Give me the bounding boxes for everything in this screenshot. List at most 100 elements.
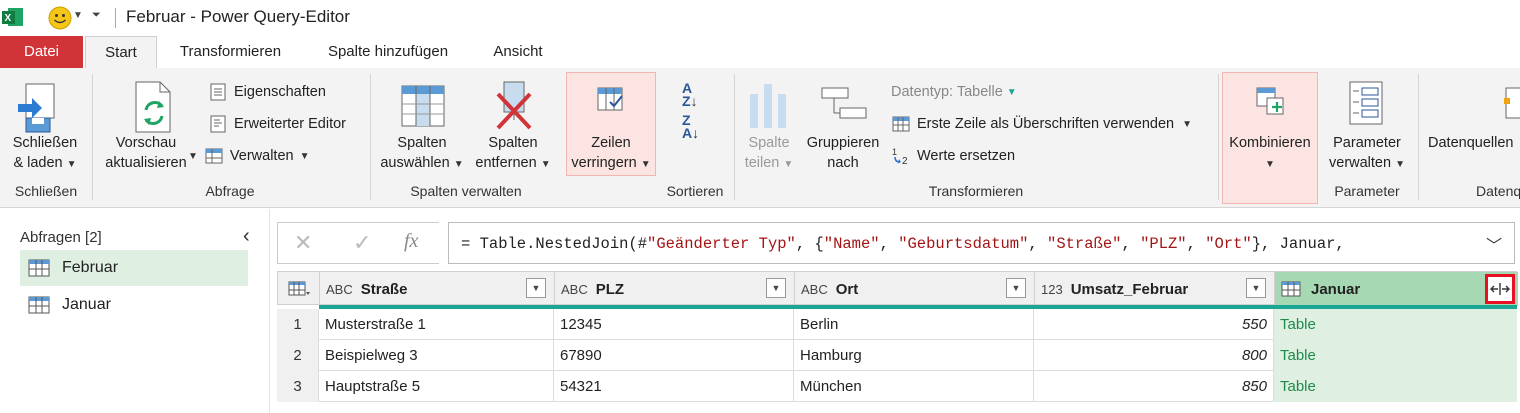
row-index: 3	[277, 371, 319, 402]
replace-values-icon: 12	[892, 147, 908, 166]
column-header-januar[interactable]: Januar	[1275, 272, 1518, 306]
first-row-headers-button[interactable]: Erste Zeile als Überschriften verwenden …	[891, 112, 1192, 136]
advanced-editor-button[interactable]: Erweiterter Editor	[208, 112, 346, 136]
cell-umsatz[interactable]: 800	[1034, 340, 1274, 371]
ribbon-tabs: Datei Start Transformieren Spalte hinzuf…	[0, 36, 1520, 68]
tab-datei[interactable]: Datei	[0, 36, 83, 68]
cell-januar-table[interactable]: Table	[1274, 309, 1517, 340]
manage-table-icon	[205, 148, 223, 164]
cell-umsatz[interactable]: 550	[1034, 309, 1274, 340]
remove-columns-label-1: Spalten	[488, 135, 538, 151]
text-type-icon: ABC	[801, 281, 828, 297]
filter-dropdown-icon[interactable]: ▼	[766, 278, 786, 298]
split-column-button[interactable]: Spalte teilen ▼	[738, 133, 800, 175]
formula-string: "PLZ"	[1140, 235, 1187, 253]
tab-transformieren[interactable]: Transformieren	[163, 36, 298, 68]
table-type-icon	[1281, 281, 1301, 297]
column-header-strasse[interactable]: ABC Straße ▼	[320, 272, 555, 306]
column-header-umsatz-februar[interactable]: 123 Umsatz_Februar ▼	[1035, 272, 1275, 306]
properties-label: Eigenschaften	[234, 84, 326, 100]
filter-dropdown-icon[interactable]: ▼	[1006, 278, 1026, 298]
data-source-settings-button[interactable]: Datenquellen	[1428, 133, 1520, 153]
chevron-down-icon: ▼	[1395, 159, 1405, 170]
split-column-label-2: teilen ▼	[738, 153, 800, 175]
row-index: 1	[277, 309, 319, 340]
formula-string: "Name"	[823, 235, 880, 253]
cell-plz[interactable]: 12345	[554, 309, 794, 340]
feedback-dropdown-icon[interactable]: ▼	[73, 10, 83, 21]
cell-strasse[interactable]: Hauptstraße 5	[319, 371, 554, 402]
properties-button[interactable]: Eigenschaften	[208, 80, 326, 104]
cancel-icon[interactable]: ✕	[294, 230, 312, 256]
parameters-label-1: Parameter	[1333, 135, 1401, 151]
filter-dropdown-icon[interactable]: ▼	[1246, 278, 1266, 298]
remove-columns-label-2-text: entfernen	[475, 155, 537, 171]
choose-columns-button[interactable]: Spalten auswählen ▼	[376, 133, 468, 175]
cell-ort[interactable]: München	[794, 371, 1034, 402]
column-name: Ort	[835, 280, 859, 298]
header-row: ABC Straße ▼ ABC PLZ ▼ ABC Ort ▼ 123 Ums…	[277, 271, 1518, 306]
properties-icon	[210, 83, 226, 101]
sort-ascending-button[interactable]: A Z↓	[682, 81, 708, 108]
reduce-rows-icon	[597, 87, 623, 111]
datatype-dropdown[interactable]: Datentyp: Tabelle ▼	[891, 80, 1017, 104]
remove-columns-icon	[496, 81, 532, 130]
reduce-rows-button[interactable]: Zeilen verringern ▼	[566, 133, 656, 175]
cell-strasse[interactable]: Musterstraße 1	[319, 309, 554, 340]
expand-column-button[interactable]	[1485, 274, 1515, 304]
manage-label: Verwalten	[229, 148, 294, 164]
collapse-pane-icon[interactable]: ‹	[243, 225, 250, 248]
table-icon	[28, 259, 50, 277]
cell-umsatz[interactable]: 850	[1034, 371, 1274, 402]
group-by-label-2: nach	[827, 155, 859, 171]
row-index: 2	[277, 340, 319, 371]
cell-januar-table[interactable]: Table	[1274, 340, 1517, 371]
formula-string: "Geburtsdatum"	[898, 235, 1029, 253]
filter-dropdown-icon[interactable]: ▼	[526, 278, 546, 298]
svg-text:2: 2	[902, 156, 908, 166]
customize-toolbar-icon[interactable]: ⏷	[92, 9, 101, 22]
cell-strasse[interactable]: Beispielweg 3	[319, 340, 554, 371]
fx-icon[interactable]: fx	[404, 230, 418, 253]
query-item-februar[interactable]: Februar	[20, 250, 248, 286]
cell-plz[interactable]: 67890	[554, 340, 794, 371]
refresh-label-2: aktualisieren	[96, 153, 196, 173]
close-and-load-icon	[18, 83, 55, 133]
combine-label: Kombinieren	[1229, 135, 1311, 151]
smiley-feedback-icon[interactable]	[48, 6, 72, 30]
choose-columns-label-2-text: auswählen	[380, 155, 450, 171]
query-label-februar: Februar	[62, 259, 119, 276]
text-type-icon: ABC	[561, 281, 588, 297]
datatype-label: Datentyp: Tabelle	[891, 84, 1003, 100]
cell-ort[interactable]: Hamburg	[794, 340, 1034, 371]
tab-ansicht[interactable]: Ansicht	[478, 36, 558, 68]
chevron-down-icon: ▼	[299, 150, 310, 162]
manage-parameters-button[interactable]: Parameter verwalten ▼	[1320, 133, 1414, 175]
refresh-preview-button[interactable]: Vorschau aktualisieren	[96, 133, 196, 173]
choose-columns-icon	[401, 85, 445, 127]
formula-input[interactable]: = Table.NestedJoin(#"Geänderter Typ", {"…	[448, 222, 1515, 264]
cell-januar-table[interactable]: Table	[1274, 371, 1517, 402]
remove-columns-button[interactable]: Spalten entfernen ▼	[468, 133, 558, 175]
column-header-ort[interactable]: ABC Ort ▼	[795, 272, 1035, 306]
chevron-down-icon[interactable]: ﹀	[1486, 232, 1502, 256]
group-by-button[interactable]: Gruppieren nach	[800, 133, 886, 173]
manage-button[interactable]: ▼ Verwalten ▼	[188, 144, 310, 168]
check-icon[interactable]: ✓	[353, 230, 371, 256]
combine-button[interactable]: Kombinieren ▼	[1222, 133, 1318, 175]
query-item-januar[interactable]: Januar	[20, 287, 248, 323]
group-label-sort: Sortieren	[666, 183, 724, 199]
column-header-plz[interactable]: ABC PLZ ▼	[555, 272, 795, 306]
cell-ort[interactable]: Berlin	[794, 309, 1034, 340]
sort-descending-button[interactable]: Z A↓	[682, 113, 708, 140]
tab-spalte-hinzufuegen[interactable]: Spalte hinzufügen	[310, 36, 466, 68]
advanced-editor-label: Erweiterter Editor	[234, 116, 347, 132]
replace-values-button[interactable]: 12 Werte ersetzen	[891, 144, 1015, 168]
formula-tail: }, Januar,	[1251, 235, 1345, 253]
close-load-button[interactable]: Schließen & laden ▼	[4, 133, 86, 175]
cell-plz[interactable]: 54321	[554, 371, 794, 402]
chevron-down-icon: ▼	[783, 159, 794, 170]
tab-start[interactable]: Start	[85, 36, 157, 68]
table-menu-button[interactable]	[278, 272, 320, 306]
group-separator	[1418, 74, 1419, 200]
